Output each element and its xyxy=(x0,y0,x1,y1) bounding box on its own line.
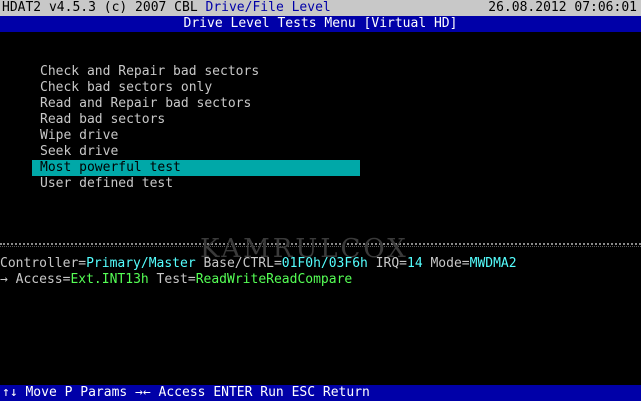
mode-value: MWDMA2 xyxy=(469,256,517,271)
controller-key: Controller= xyxy=(0,256,87,271)
status-bar-hints: ↑↓ Move P Params →← Access ENTER Run ESC… xyxy=(2,385,370,400)
access-value: Ext.INT13h xyxy=(70,272,149,287)
controller-info-line: Controller=Primary/Master Base/CTRL=01F0… xyxy=(0,256,517,272)
mode-key: Mode= xyxy=(422,256,470,271)
menu-item-wipe-drive[interactable]: Wipe drive xyxy=(40,128,360,144)
base-value: 01F0h/03F6h xyxy=(281,256,368,271)
title-bar: HDAT2 v4.5.3 (c) 2007 CBL Drive/File Lev… xyxy=(0,0,641,16)
menu-item-check-repair[interactable]: Check and Repair bad sectors xyxy=(40,64,360,80)
level-label: Drive/File Level xyxy=(205,0,331,15)
menu-item-check-only[interactable]: Check bad sectors only xyxy=(40,80,360,96)
menu-item-user-defined[interactable]: User defined test xyxy=(40,176,360,192)
tests-menu: Check and Repair bad sectors Check bad s… xyxy=(32,64,360,192)
menu-item-read-repair[interactable]: Read and Repair bad sectors xyxy=(40,96,360,112)
access-info-line: → Access=Ext.INT13h Test=ReadWriteReadCo… xyxy=(0,272,352,288)
base-key: Base/CTRL= xyxy=(195,256,282,271)
datetime: 26.08.2012 07:06:01 xyxy=(488,0,637,15)
menu-item-seek-drive[interactable]: Seek drive xyxy=(40,144,360,160)
test-value: ReadWriteReadCompare xyxy=(195,272,353,287)
menu-item-read-bad[interactable]: Read bad sectors xyxy=(40,112,360,128)
arrow-right-icon: → xyxy=(0,272,8,287)
irq-key: IRQ= xyxy=(367,256,407,271)
status-bar: ↑↓ Move P Params →← Access ENTER Run ESC… xyxy=(0,385,641,401)
controller-value: Primary/Master xyxy=(86,256,196,271)
access-key: Access= xyxy=(7,272,71,287)
menu-item-most-powerful[interactable]: Most powerful test xyxy=(32,160,360,176)
program-title: HDAT2 v4.5.3 (c) 2007 CBL Drive/File Lev… xyxy=(2,0,331,15)
test-key: Test= xyxy=(148,272,196,287)
irq-value: 14 xyxy=(407,256,423,271)
menu-title-bar: Drive Level Tests Menu [Virtual HD] xyxy=(0,16,641,32)
